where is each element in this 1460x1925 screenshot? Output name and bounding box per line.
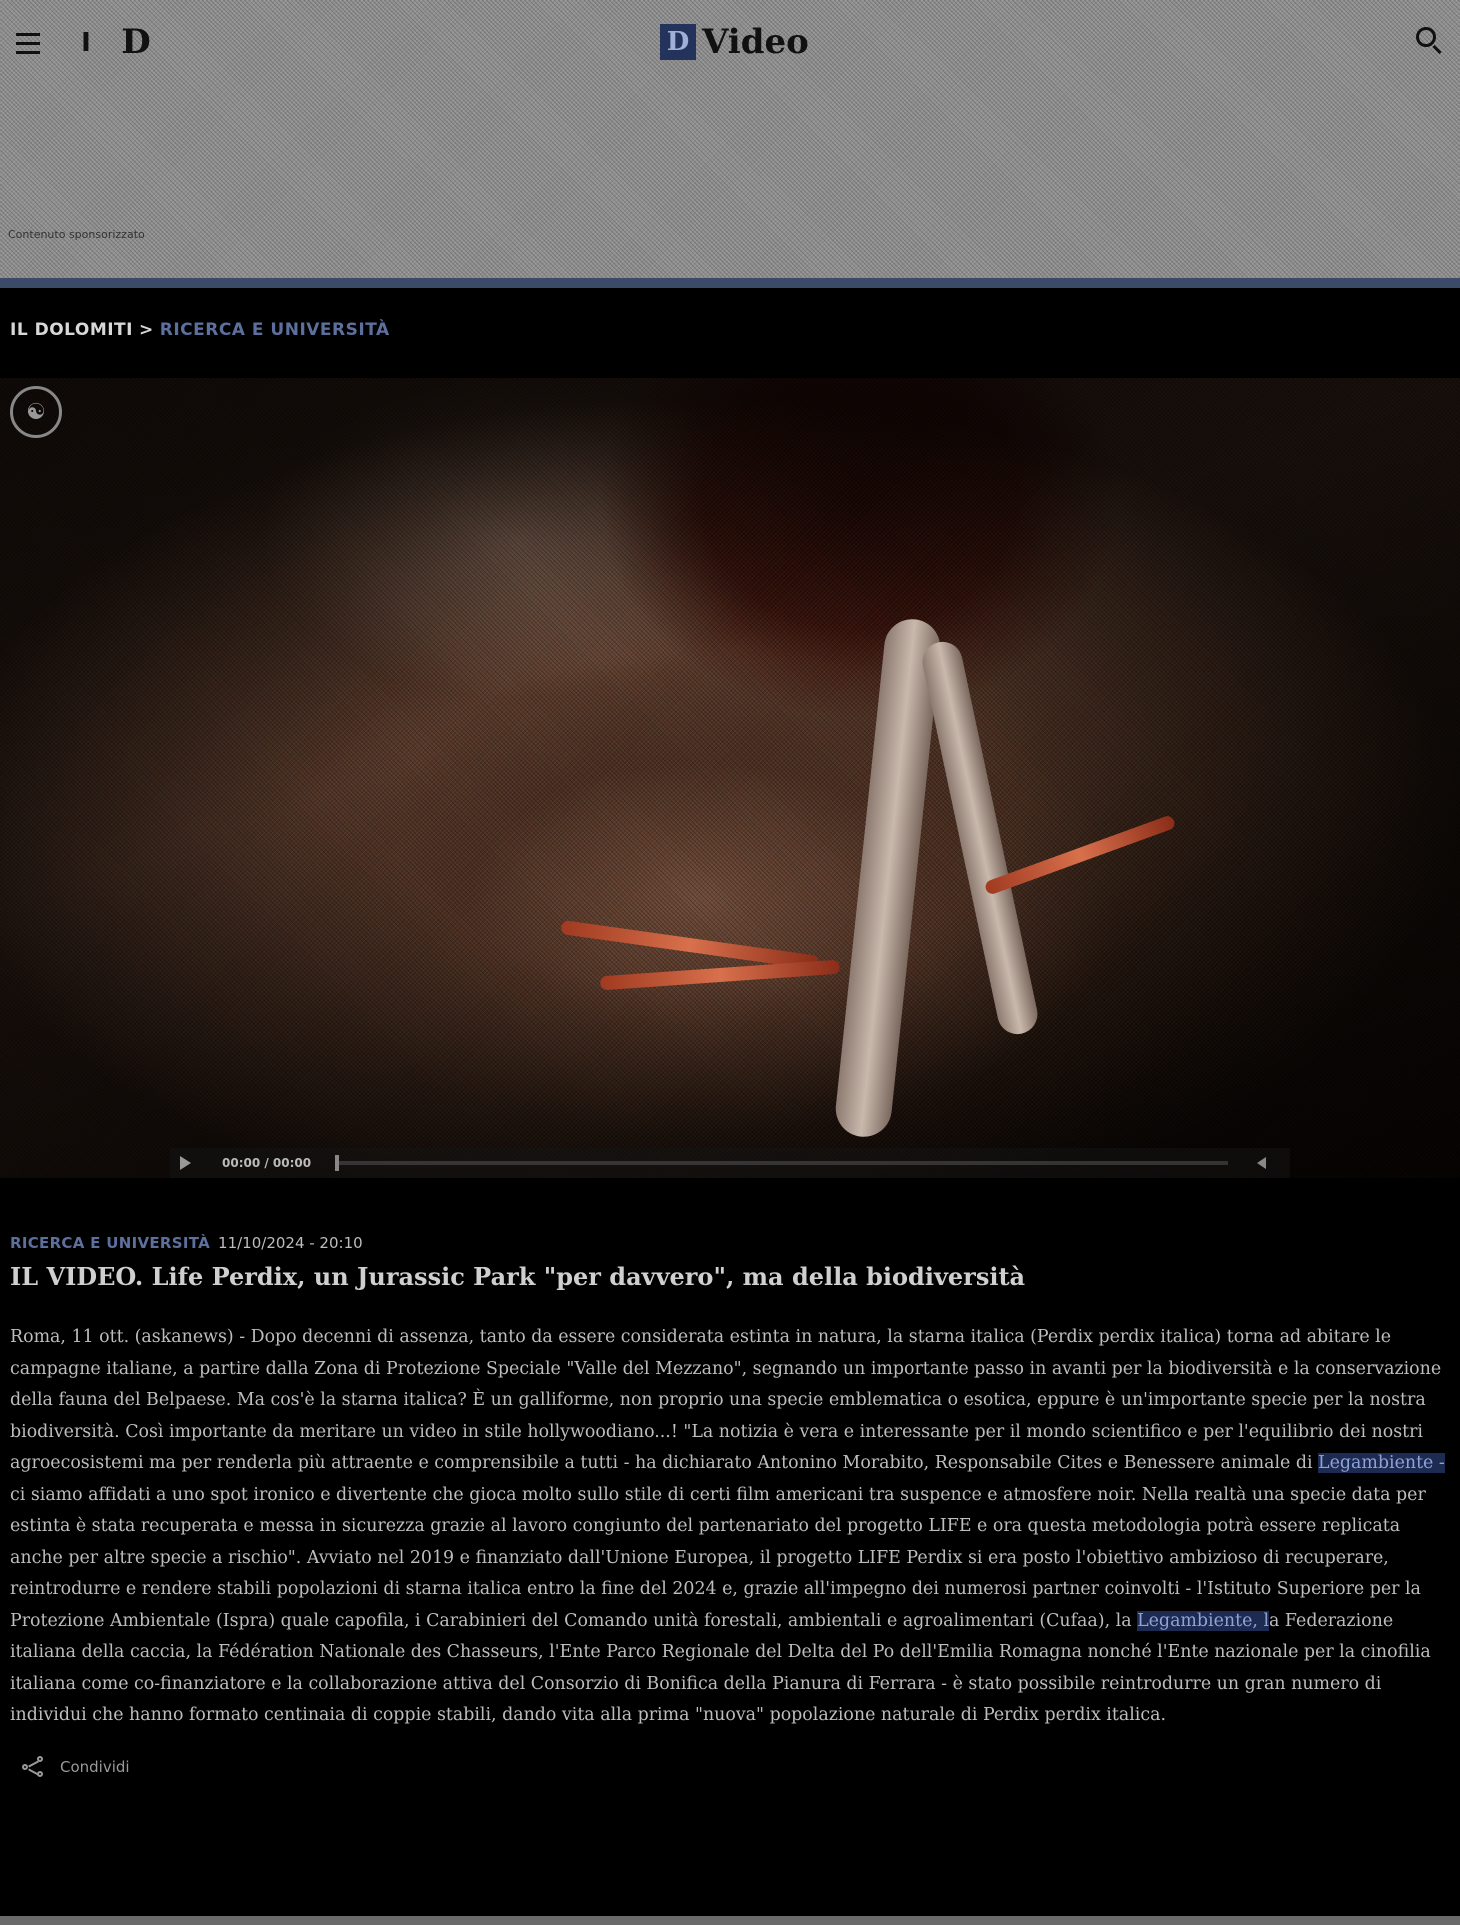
progress-handle[interactable] (335, 1155, 340, 1171)
header-divider (0, 278, 1460, 288)
article-category-link[interactable]: RICERCA E UNIVERSITÀ (10, 1234, 210, 1252)
play-icon (179, 1156, 191, 1170)
video-frame-detail (983, 814, 1177, 896)
article-title: IL VIDEO. Life Perdix, un Jurassic Park … (10, 1262, 1026, 1291)
ad-label: Contenuto sponsorizzato (8, 228, 145, 241)
article-body: Roma, 11 ott. (askanews) - Dopo decenni … (10, 1322, 1446, 1732)
search-icon[interactable] (1412, 24, 1446, 58)
play-button[interactable] (170, 1148, 200, 1178)
article-date: 11/10/2024 - 20:10 (218, 1234, 363, 1252)
legambiente-link[interactable]: Legambiente - (1318, 1453, 1445, 1473)
video-frame-detail (832, 616, 944, 1140)
brand-title: Video (702, 22, 809, 62)
legambiente-link[interactable]: Legambiente, l (1137, 1610, 1270, 1631)
article-meta: RICERCA E UNIVERSITÀ 11/10/2024 - 20:10 (10, 1234, 363, 1252)
share-icon (22, 1756, 46, 1778)
video-controls: 00:00 / 00:00 (170, 1148, 1290, 1178)
breadcrumb-home-link[interactable]: IL DOLOMITI (10, 320, 133, 340)
brand-mark: D (660, 24, 696, 60)
video-progress-bar[interactable] (335, 1148, 1228, 1178)
hamburger-menu-icon[interactable] (12, 28, 44, 58)
video-player[interactable]: ☯ (0, 378, 1460, 1178)
article-text: Roma, 11 ott. (askanews) - Dopo decenni … (10, 1327, 1442, 1473)
progress-track (335, 1161, 1228, 1165)
video-brand-logo[interactable]: D Video (660, 22, 809, 62)
video-time: 00:00 / 00:00 (222, 1156, 312, 1170)
video-frame-detail (599, 959, 841, 991)
share-label: Condividi (60, 1758, 130, 1776)
video-watermark-icon: ☯ (10, 386, 62, 438)
share-button[interactable]: Condividi (22, 1756, 130, 1778)
footer-strip (0, 1916, 1460, 1925)
site-logo-link[interactable]: I (66, 26, 106, 60)
video-frame-detail (918, 638, 1042, 1038)
volume-button[interactable] (1246, 1148, 1276, 1178)
breadcrumb-separator: > (138, 320, 154, 340)
video-frame-detail (560, 919, 820, 971)
breadcrumb: IL DOLOMITI > RICERCA E UNIVERSITÀ (10, 320, 390, 340)
breadcrumb-current-link[interactable]: RICERCA E UNIVERSITÀ (160, 320, 390, 340)
dolomiti-logo-link[interactable]: D (120, 22, 152, 62)
speaker-icon (1256, 1157, 1266, 1169)
article-text: ci siamo affidati a uno spot ironico e d… (10, 1484, 1426, 1631)
